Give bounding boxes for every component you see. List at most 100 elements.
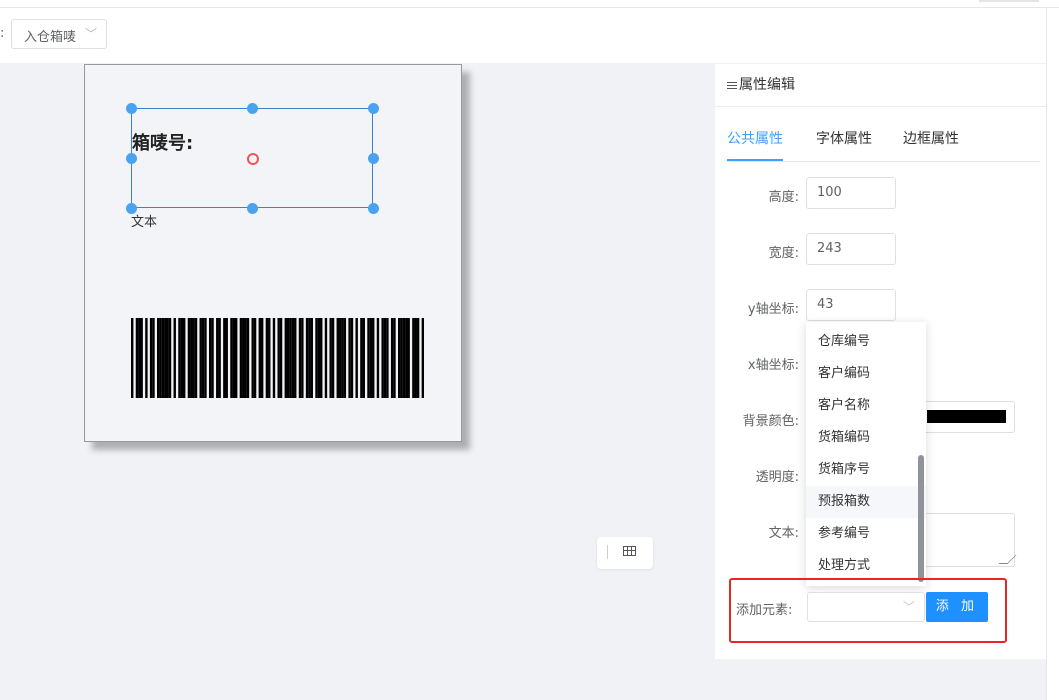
barcode-bar [329, 318, 332, 398]
barcode-bar [317, 318, 321, 398]
barcode-bar [390, 318, 394, 398]
barcode-bar [362, 318, 365, 398]
box-mark-label[interactable]: 箱唛号: [132, 129, 193, 155]
barcode-bar [407, 318, 410, 398]
barcode-bar [232, 318, 236, 398]
panel-title-text: 属性编辑 [739, 77, 795, 93]
barcode-bar [376, 318, 380, 398]
width-label: 宽度: [768, 246, 799, 261]
barcode-bar [405, 318, 408, 398]
barcode-bar [315, 318, 318, 398]
barcode-bar [265, 318, 269, 398]
barcode-bar [348, 318, 351, 398]
text-textarea[interactable] [920, 513, 1017, 567]
bg-color-label: 背景颜色: [742, 414, 799, 429]
element-dropdown: 仓库编号 客户编码 客户名称 货箱编码 货箱序号 预报箱数 参考编号 处理方式 [806, 322, 926, 586]
barcode-bar [341, 318, 344, 398]
dropdown-scrollbar[interactable] [918, 455, 924, 582]
barcode-bar [182, 318, 186, 398]
barcode-bar [149, 318, 153, 398]
resize-handle-w[interactable] [126, 153, 137, 164]
bg-color-picker[interactable] [920, 401, 1015, 433]
barcode-bar [289, 318, 292, 398]
text-label: 文本: [768, 526, 799, 541]
barcode-bar [279, 318, 283, 398]
mini-toolbar [597, 537, 653, 569]
barcode-bar [272, 318, 276, 398]
dropdown-option[interactable]: 客户编码 [806, 358, 926, 390]
width-input[interactable]: 243 [806, 233, 896, 265]
resize-grip-icon[interactable] [998, 555, 1017, 564]
barcode-bar [178, 318, 181, 398]
top-corner-tab [979, 0, 1039, 2]
barcode-bar [421, 318, 424, 398]
tab-common[interactable]: 公共属性 [727, 128, 783, 148]
barcode-bar [211, 318, 214, 398]
barcode-bar [173, 318, 176, 398]
template-select[interactable]: 入仓箱唛 ﹀ [11, 19, 107, 49]
right-edge-strip [1046, 8, 1059, 700]
barcode-bar [234, 318, 238, 398]
barcode-bar [138, 318, 141, 398]
y-coord-input[interactable]: 43 [806, 289, 896, 321]
barcode-bar [308, 318, 311, 398]
barcode-bar [298, 318, 302, 398]
barcode-bar [360, 318, 363, 398]
barcode-bar [372, 318, 375, 398]
resize-handle-s[interactable] [247, 203, 258, 214]
barcode-bar [294, 318, 297, 398]
barcode-bar [225, 318, 228, 398]
resize-handle-n[interactable] [247, 103, 258, 114]
barcode-bar [383, 318, 387, 398]
barcode-bar [369, 318, 373, 398]
opacity-label: 透明度: [755, 470, 799, 485]
barcode-bar [310, 318, 313, 398]
x-coord-label: x轴坐标: [747, 358, 799, 373]
barcode-bar [416, 318, 420, 398]
barcode-bar [156, 318, 160, 398]
barcode-bar [414, 318, 417, 398]
barcode-bar [135, 318, 139, 398]
barcode-bar [161, 318, 165, 398]
rotate-center-handle[interactable] [247, 153, 259, 165]
resize-handle-ne[interactable] [368, 103, 379, 114]
table-icon[interactable] [623, 546, 636, 556]
barcode-bar [393, 318, 396, 398]
barcode-bar [350, 318, 354, 398]
barcode-bar [244, 318, 247, 398]
dropdown-option[interactable]: 客户名称 [806, 390, 926, 422]
dropdown-option-hovered[interactable]: 预报箱数 [806, 486, 926, 518]
barcode-bar [320, 318, 323, 398]
dropdown-option[interactable]: 仓库编号 [806, 326, 926, 358]
height-input[interactable]: 100 [806, 177, 896, 209]
barcode-bar [216, 318, 219, 398]
barcode-bar [239, 318, 243, 398]
barcode-bar [131, 318, 134, 398]
active-tab-indicator [727, 159, 783, 161]
resize-handle-e[interactable] [368, 153, 379, 164]
tab-border[interactable]: 边框属性 [903, 128, 959, 148]
resize-handle-nw[interactable] [126, 103, 137, 114]
barcode-bar [166, 318, 169, 398]
barcode-bar [164, 318, 167, 398]
barcode-bar [230, 318, 233, 398]
barcode-bar [187, 318, 191, 398]
y-coord-label: y轴坐标: [747, 302, 799, 317]
toolbar-divider [607, 545, 608, 559]
barcode-bar [277, 318, 280, 398]
barcode-bar [201, 318, 205, 398]
label-canvas[interactable]: 箱唛号: 文本 [84, 64, 462, 442]
barcode-bar [223, 318, 226, 398]
resize-handle-se[interactable] [368, 203, 379, 214]
barcode-bar [355, 318, 358, 398]
panel-divider [715, 106, 1046, 107]
dropdown-option[interactable]: 货箱编码 [806, 422, 926, 454]
tab-font[interactable]: 字体属性 [816, 128, 872, 148]
barcode-bar [301, 318, 304, 398]
barcode-bar [152, 318, 155, 398]
dropdown-option[interactable]: 参考编号 [806, 518, 926, 550]
barcode-image[interactable] [131, 318, 424, 398]
height-label: 高度: [768, 190, 799, 205]
dropdown-option[interactable]: 货箱序号 [806, 454, 926, 486]
barcode-bar [268, 318, 271, 398]
